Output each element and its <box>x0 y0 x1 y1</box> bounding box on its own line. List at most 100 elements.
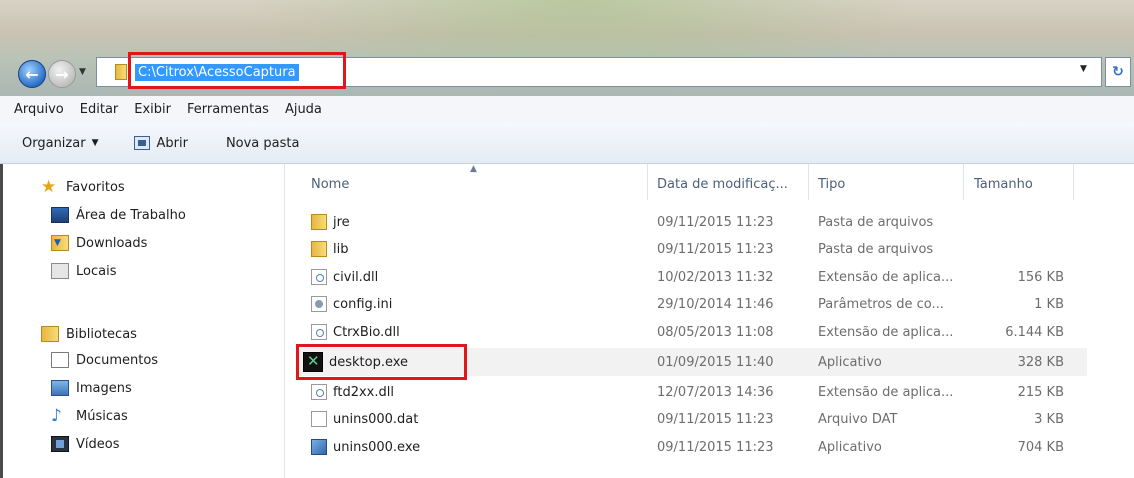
pictures-icon <box>51 380 69 396</box>
sidebar-item-music[interactable]: ♪ Músicas <box>51 406 128 426</box>
column-divider[interactable] <box>963 164 964 200</box>
sidebar-item-pictures[interactable]: Imagens <box>51 380 132 396</box>
sidebar-item-videos[interactable]: Vídeos <box>51 436 119 452</box>
file-type: Extensão de aplica... <box>818 324 954 340</box>
menu-ajuda[interactable]: Ajuda <box>277 102 330 117</box>
libraries-icon <box>41 326 59 342</box>
open-label: Abrir <box>156 135 188 151</box>
file-row[interactable]: jre 09/11/2015 11:23 Pasta de arquivos <box>297 208 1087 236</box>
file-row[interactable]: config.ini 29/10/2014 11:46 Parâmetros d… <box>297 290 1087 318</box>
file-type: Pasta de arquivos <box>818 214 934 230</box>
file-type: Parâmetros de co... <box>818 296 944 312</box>
open-icon <box>134 136 151 150</box>
folder-icon <box>311 241 327 257</box>
column-header-name[interactable]: Nome <box>311 164 349 204</box>
file-name: CtrxBio.dll <box>333 324 400 340</box>
sidebar-item-desktop[interactable]: Área de Trabalho <box>51 207 186 223</box>
refresh-button[interactable]: ↻ <box>1105 57 1131 87</box>
dll-icon <box>311 324 327 340</box>
star-icon: ★ <box>41 177 57 197</box>
file-size <box>980 235 1064 263</box>
sidebar-item-label: Documentos <box>76 352 159 368</box>
file-type: Arquivo DAT <box>818 411 898 427</box>
column-divider[interactable] <box>808 164 809 200</box>
column-divider[interactable] <box>647 164 648 200</box>
videos-icon <box>51 436 69 452</box>
file-row[interactable]: unins000.dat 09/11/2015 11:23 Arquivo DA… <box>297 405 1087 433</box>
open-button[interactable]: Abrir <box>134 135 188 151</box>
sidebar-item-label: Favoritos <box>66 179 125 195</box>
file-row[interactable]: ftd2xx.dll 12/07/2013 14:36 Extensão de … <box>297 378 1087 406</box>
sidebar-item-label: Bibliotecas <box>66 326 137 342</box>
file-date: 09/11/2015 11:23 <box>657 241 774 257</box>
sidebar-item-places[interactable]: Locais <box>51 263 116 279</box>
sidebar-item-label: Vídeos <box>76 436 120 452</box>
file-name: jre <box>333 214 350 230</box>
sidebar-item-libraries[interactable]: Bibliotecas <box>41 326 137 342</box>
file-size: 215 KB <box>1017 384 1064 400</box>
file-row[interactable]: CtrxBio.dll 08/05/2013 11:08 Extensão de… <box>297 318 1087 346</box>
command-toolbar: Organizar ▼ Abrir Nova pasta <box>0 123 1134 164</box>
column-header-date[interactable]: Data de modificaç... <box>657 164 788 204</box>
forward-arrow-icon: → <box>55 64 69 84</box>
new-folder-button[interactable]: Nova pasta <box>226 136 300 151</box>
file-date: 29/10/2014 11:46 <box>657 296 774 312</box>
file-date: 09/11/2015 11:23 <box>657 214 774 230</box>
menu-arquivo[interactable]: Arquivo <box>0 102 72 117</box>
file-name: lib <box>333 241 349 257</box>
chevron-down-icon: ▼ <box>91 138 99 148</box>
dat-file-icon <box>311 411 327 427</box>
sidebar-item-documents[interactable]: Documentos <box>51 352 158 368</box>
file-date: 10/02/2013 11:32 <box>657 269 774 285</box>
menu-bar: Arquivo Editar Exibir Ferramentas Ajuda <box>0 96 1134 124</box>
address-annotation-box <box>128 52 346 89</box>
downloads-icon <box>51 235 69 251</box>
sidebar-item-downloads[interactable]: Downloads <box>51 235 147 251</box>
new-folder-label: Nova pasta <box>225 135 300 151</box>
file-name: civil.dll <box>333 269 379 285</box>
file-type: Extensão de aplica... <box>818 269 954 285</box>
file-row[interactable]: civil.dll 10/02/2013 11:32 Extensão de a… <box>297 263 1087 291</box>
file-type: Aplicativo <box>818 439 882 455</box>
file-date: 09/11/2015 11:23 <box>657 439 774 455</box>
file-type: Extensão de aplica... <box>818 384 954 400</box>
places-icon <box>51 263 69 279</box>
organize-button[interactable]: Organizar ▼ <box>22 136 98 151</box>
file-name: config.ini <box>333 296 393 312</box>
desktop-icon <box>51 207 69 223</box>
file-size: 6.144 KB <box>1005 324 1064 340</box>
file-size <box>980 208 1064 236</box>
documents-icon <box>51 352 69 368</box>
file-name: ftd2xx.dll <box>333 384 394 400</box>
file-annotation-box <box>296 344 467 380</box>
sidebar-item-favorites[interactable]: ★ Favoritos <box>41 177 125 197</box>
folder-icon <box>115 64 127 80</box>
menu-ferramentas[interactable]: Ferramentas <box>179 102 277 117</box>
file-row[interactable]: lib 09/11/2015 11:23 Pasta de arquivos <box>297 235 1087 263</box>
file-size: 156 KB <box>1017 269 1064 285</box>
file-type: Pasta de arquivos <box>818 241 934 257</box>
sort-ascending-icon: ▲ <box>470 164 477 174</box>
dll-icon <box>311 384 327 400</box>
installer-icon <box>311 439 327 455</box>
recent-pages-dropdown[interactable]: ▼ <box>79 67 86 77</box>
column-header-size[interactable]: Tamanho <box>974 164 1033 204</box>
menu-exibir[interactable]: Exibir <box>126 102 179 117</box>
file-size: 3 KB <box>1034 411 1064 427</box>
ini-icon <box>311 296 327 312</box>
file-size: 704 KB <box>1017 439 1064 455</box>
sidebar-item-label: Downloads <box>76 235 148 251</box>
music-icon: ♪ <box>51 406 62 426</box>
window-edge <box>0 164 3 478</box>
column-header-type[interactable]: Tipo <box>818 164 845 204</box>
address-dropdown-icon[interactable]: ▼ <box>1080 64 1087 74</box>
column-divider[interactable] <box>1073 164 1074 200</box>
file-size: 328 KB <box>1017 354 1064 370</box>
forward-button[interactable]: → <box>48 60 76 88</box>
file-type: Aplicativo <box>818 354 882 370</box>
file-row[interactable]: unins000.exe 09/11/2015 11:23 Aplicativo… <box>297 433 1087 461</box>
menu-editar[interactable]: Editar <box>72 102 127 117</box>
file-date: 09/11/2015 11:23 <box>657 411 774 427</box>
file-name: unins000.exe <box>333 439 421 455</box>
back-button[interactable]: ← <box>18 60 46 88</box>
